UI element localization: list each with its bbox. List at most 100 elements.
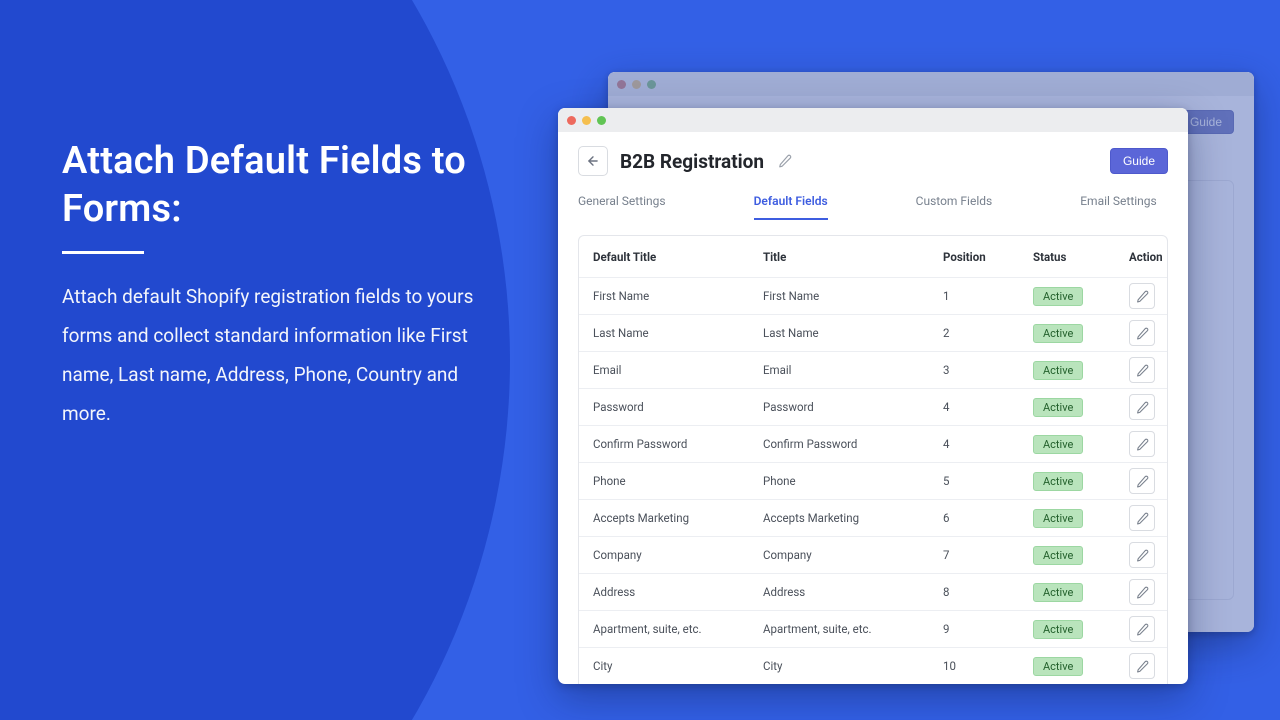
traffic-light-minimize-icon[interactable] bbox=[582, 116, 591, 125]
status-badge: Active bbox=[1033, 546, 1083, 565]
cell-status: Active bbox=[1033, 287, 1129, 306]
cell-title: City bbox=[763, 659, 943, 673]
tab-default-fields[interactable]: Default Fields bbox=[754, 188, 828, 220]
status-badge: Active bbox=[1033, 398, 1083, 417]
cell-status: Active bbox=[1033, 583, 1129, 602]
page-title: B2B Registration bbox=[620, 150, 764, 173]
status-badge: Active bbox=[1033, 472, 1083, 491]
cell-default-title: Address bbox=[593, 585, 763, 599]
status-badge: Active bbox=[1033, 361, 1083, 380]
cell-status: Active bbox=[1033, 361, 1129, 380]
pencil-icon bbox=[1136, 586, 1149, 599]
traffic-light-zoom-icon[interactable] bbox=[647, 80, 656, 89]
cell-title: Phone bbox=[763, 474, 943, 488]
app-window: B2B Registration Guide General Settings … bbox=[558, 108, 1188, 684]
edit-row-button[interactable] bbox=[1129, 653, 1155, 679]
pencil-icon bbox=[1136, 401, 1149, 414]
cell-position: 6 bbox=[943, 511, 1033, 525]
cell-status: Active bbox=[1033, 509, 1129, 528]
status-badge: Active bbox=[1033, 620, 1083, 639]
table-header-row: Default Title Title Position Status Acti… bbox=[579, 236, 1167, 278]
cell-position: 10 bbox=[943, 659, 1033, 673]
cell-position: 7 bbox=[943, 548, 1033, 562]
cell-default-title: City bbox=[593, 659, 763, 673]
cell-title: Apartment, suite, etc. bbox=[763, 622, 943, 636]
tab-bar: General Settings Default Fields Custom F… bbox=[578, 186, 1168, 219]
fields-table: Default Title Title Position Status Acti… bbox=[578, 235, 1168, 684]
cell-default-title: Phone bbox=[593, 474, 763, 488]
marketing-body: Attach default Shopify registration fiel… bbox=[62, 278, 482, 434]
back-button[interactable] bbox=[578, 146, 608, 176]
cell-position: 8 bbox=[943, 585, 1033, 599]
table-row: AddressAddress8Active bbox=[579, 574, 1167, 611]
cell-default-title: First Name bbox=[593, 289, 763, 303]
table-row: Last NameLast Name2Active bbox=[579, 315, 1167, 352]
cell-title: Accepts Marketing bbox=[763, 511, 943, 525]
edit-row-button[interactable] bbox=[1129, 431, 1155, 457]
col-header-status: Status bbox=[1033, 250, 1129, 264]
table-row: CityCity10Active bbox=[579, 648, 1167, 684]
cell-default-title: Company bbox=[593, 548, 763, 562]
edit-row-button[interactable] bbox=[1129, 468, 1155, 494]
cell-title: Confirm Password bbox=[763, 437, 943, 451]
cell-status: Active bbox=[1033, 435, 1129, 454]
pencil-icon[interactable] bbox=[778, 154, 792, 168]
cell-status: Active bbox=[1033, 472, 1129, 491]
window-titlebar bbox=[558, 108, 1188, 132]
table-row: First NameFirst Name1Active bbox=[579, 278, 1167, 315]
pencil-icon bbox=[1136, 290, 1149, 303]
cell-title: Email bbox=[763, 363, 943, 377]
edit-row-button[interactable] bbox=[1129, 579, 1155, 605]
status-badge: Active bbox=[1033, 509, 1083, 528]
arrow-left-icon bbox=[586, 154, 600, 168]
heading-underline bbox=[62, 251, 144, 254]
pencil-icon bbox=[1136, 512, 1149, 525]
cell-status: Active bbox=[1033, 546, 1129, 565]
col-header-title: Title bbox=[763, 250, 943, 264]
tab-custom-fields[interactable]: Custom Fields bbox=[916, 188, 993, 219]
pencil-icon bbox=[1136, 660, 1149, 673]
edit-row-button[interactable] bbox=[1129, 320, 1155, 346]
cell-position: 4 bbox=[943, 400, 1033, 414]
cell-default-title: Accepts Marketing bbox=[593, 511, 763, 525]
edit-row-button[interactable] bbox=[1129, 505, 1155, 531]
cell-default-title: Apartment, suite, etc. bbox=[593, 622, 763, 636]
traffic-light-close-icon[interactable] bbox=[617, 80, 626, 89]
cell-position: 9 bbox=[943, 622, 1033, 636]
cell-default-title: Confirm Password bbox=[593, 437, 763, 451]
table-row: EmailEmail3Active bbox=[579, 352, 1167, 389]
pencil-icon bbox=[1136, 327, 1149, 340]
edit-row-button[interactable] bbox=[1129, 357, 1155, 383]
tab-email-settings[interactable]: Email Settings bbox=[1080, 188, 1157, 219]
edit-row-button[interactable] bbox=[1129, 616, 1155, 642]
status-badge: Active bbox=[1033, 324, 1083, 343]
table-row: Accepts MarketingAccepts Marketing6Activ… bbox=[579, 500, 1167, 537]
status-badge: Active bbox=[1033, 583, 1083, 602]
traffic-light-close-icon[interactable] bbox=[567, 116, 576, 125]
pencil-icon bbox=[1136, 475, 1149, 488]
status-badge: Active bbox=[1033, 287, 1083, 306]
marketing-copy: Attach Default Fields to Forms: Attach d… bbox=[62, 138, 482, 434]
cell-status: Active bbox=[1033, 398, 1129, 417]
page-header: B2B Registration Guide bbox=[578, 132, 1168, 186]
edit-row-button[interactable] bbox=[1129, 542, 1155, 568]
cell-title: Last Name bbox=[763, 326, 943, 340]
pencil-icon bbox=[1136, 438, 1149, 451]
cell-position: 5 bbox=[943, 474, 1033, 488]
edit-row-button[interactable] bbox=[1129, 394, 1155, 420]
cell-status: Active bbox=[1033, 620, 1129, 639]
traffic-light-zoom-icon[interactable] bbox=[597, 116, 606, 125]
window-titlebar bbox=[608, 72, 1254, 96]
edit-row-button[interactable] bbox=[1129, 283, 1155, 309]
col-header-action: Action bbox=[1129, 250, 1183, 264]
traffic-light-minimize-icon[interactable] bbox=[632, 80, 641, 89]
pencil-icon bbox=[1136, 364, 1149, 377]
cell-title: First Name bbox=[763, 289, 943, 303]
guide-button[interactable]: Guide bbox=[1110, 148, 1168, 174]
table-row: PasswordPassword4Active bbox=[579, 389, 1167, 426]
tab-general-settings[interactable]: General Settings bbox=[578, 188, 666, 219]
cell-position: 3 bbox=[943, 363, 1033, 377]
cell-status: Active bbox=[1033, 324, 1129, 343]
cell-title: Address bbox=[763, 585, 943, 599]
cell-position: 2 bbox=[943, 326, 1033, 340]
